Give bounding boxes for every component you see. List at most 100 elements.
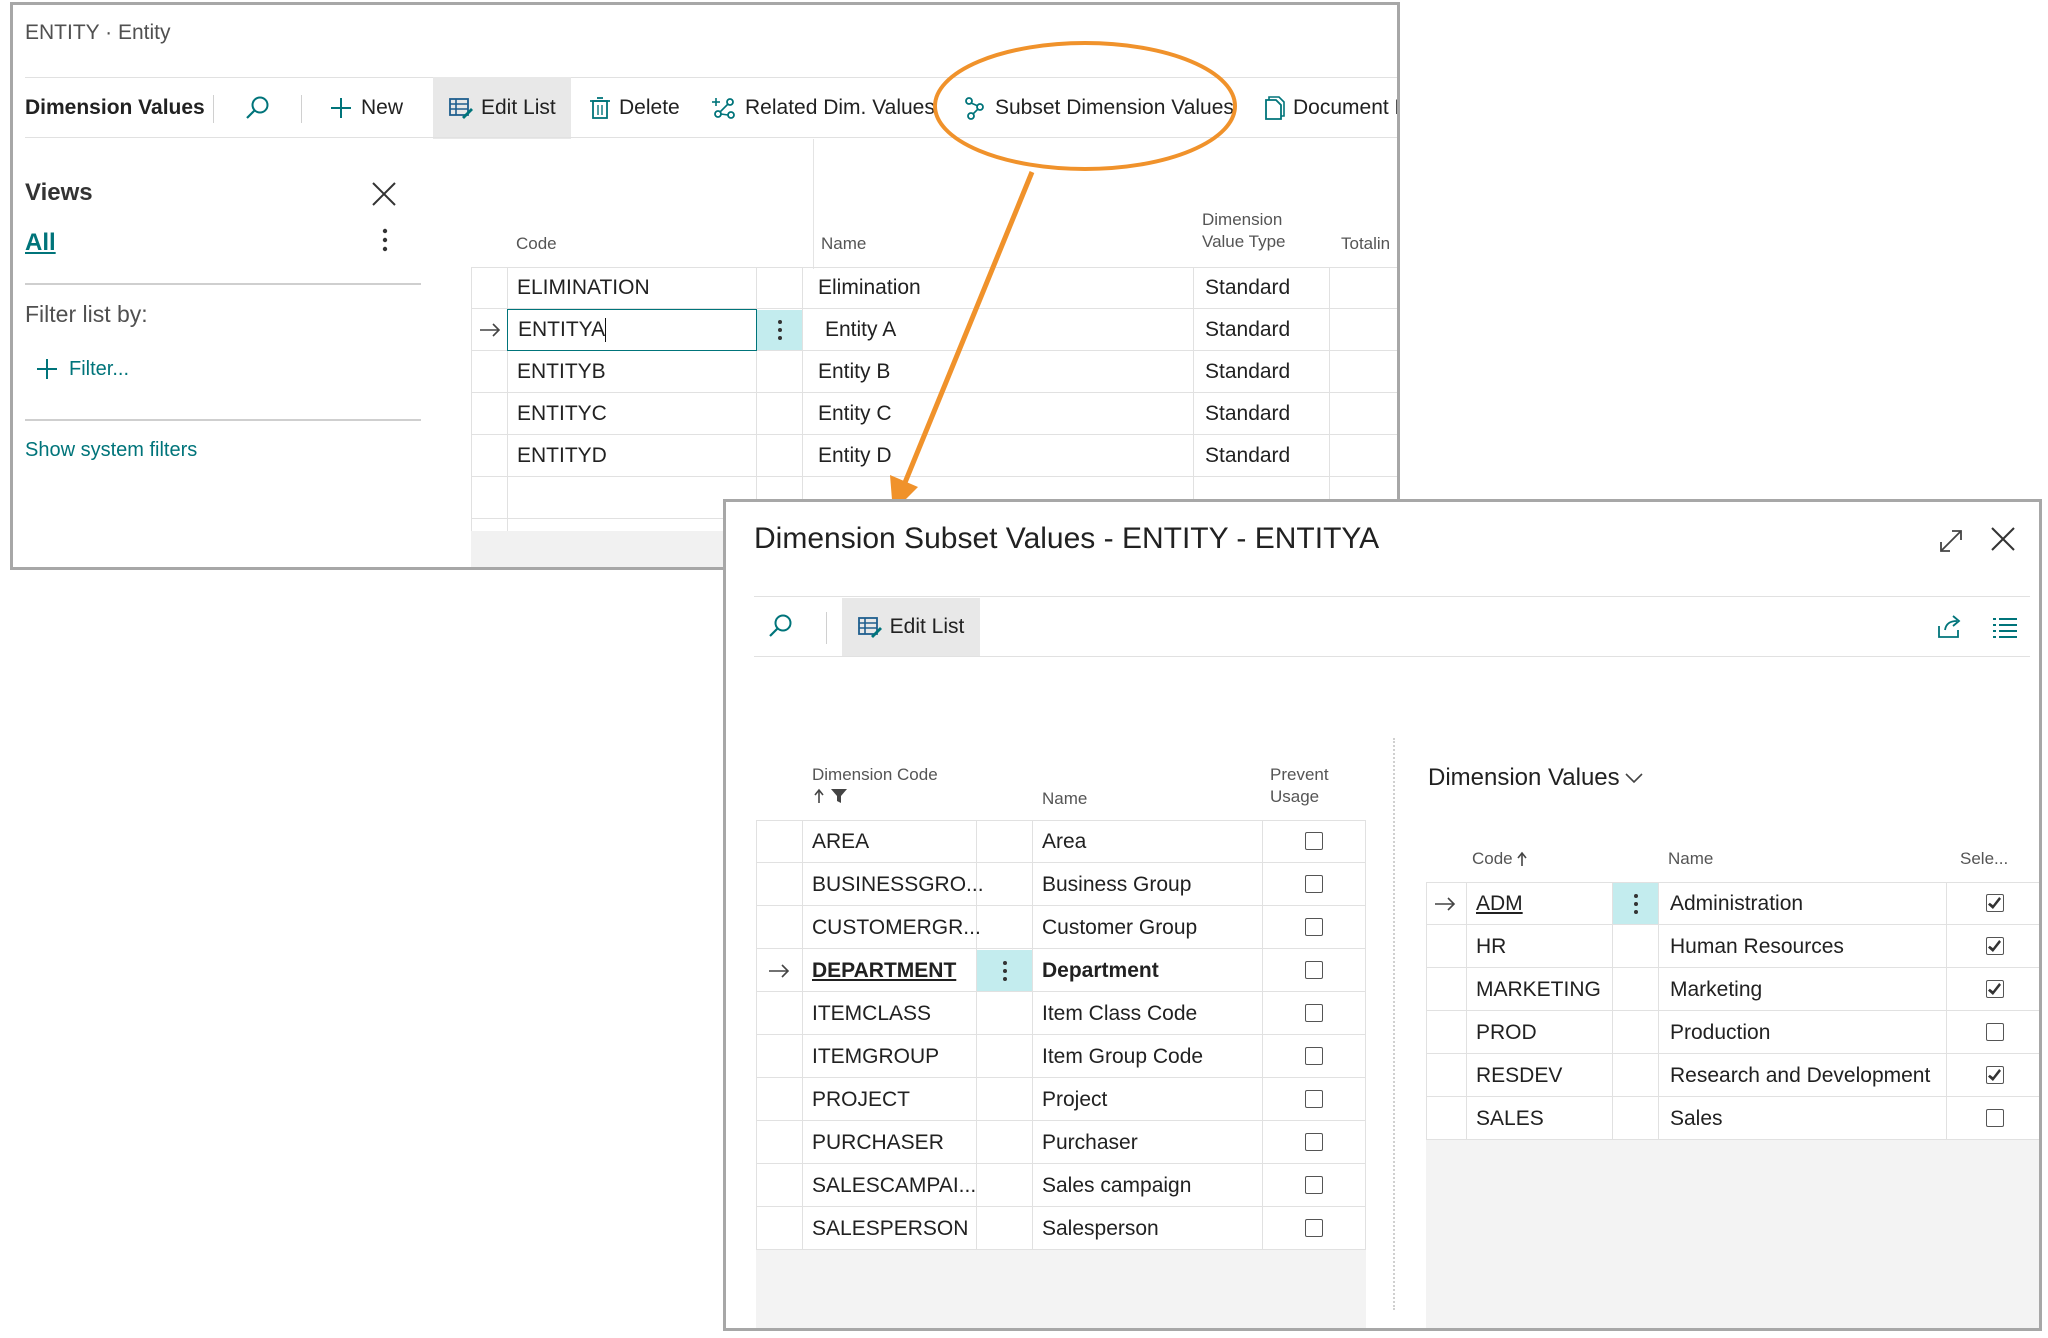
prevent-usage-checkbox[interactable] [1305,1047,1323,1065]
cell-code[interactable]: PROD [1476,1011,1537,1054]
cell-name[interactable]: Research and Development [1670,1054,1930,1097]
cell-code[interactable]: ENTITYB [517,351,606,393]
cell-name[interactable]: Item Class Code [1042,992,1197,1035]
prevent-usage-checkbox[interactable] [1305,1090,1323,1108]
cell-name[interactable]: Entity A [825,309,896,351]
prevent-usage-checkbox[interactable] [1305,832,1323,850]
cell-dimension-code[interactable]: SALESPERSON [812,1207,968,1250]
cell-type[interactable]: Standard [1205,351,1290,393]
cell-dimension-code[interactable]: BUSINESSGRO... [812,863,984,906]
add-filter-button[interactable]: Filter... [35,357,129,381]
prevent-usage-checkbox[interactable] [1305,1176,1323,1194]
cell-name[interactable]: Entity B [818,351,890,393]
cell-name[interactable]: Item Group Code [1042,1035,1203,1078]
cell-name[interactable]: Entity C [818,393,892,435]
dimension-values-factbox-header[interactable]: Dimension Values [1428,764,1644,792]
cell-name[interactable]: Marketing [1670,968,1762,1011]
close-dialog-button[interactable] [1988,524,2018,554]
column-header-prevent-usage[interactable]: Prevent Usage [1270,764,1329,808]
cell-name[interactable]: Administration [1670,882,1803,925]
cell-code[interactable]: ELIMINATION [517,267,650,309]
cell-type[interactable]: Standard [1205,393,1290,435]
cell-name[interactable]: Business Group [1042,863,1191,906]
column-header-selected[interactable]: Sele... [1960,848,2008,870]
view-more-button[interactable] [381,227,389,253]
cell-dimension-code[interactable]: CUSTOMERGR... [812,906,981,949]
edit-list-button[interactable]: Edit List [842,598,980,656]
prevent-usage-checkbox[interactable] [1305,961,1323,979]
document-button[interactable]: Document L [1263,77,1397,139]
cell-dimension-code[interactable]: SALESCAMPAI... [812,1164,976,1207]
cell-code[interactable]: ENTITYA [518,309,607,351]
cell-code[interactable]: HR [1476,925,1506,968]
edit-list-icon [449,97,473,119]
share-button[interactable] [1936,614,1964,640]
column-header-name[interactable]: Name [1042,788,1087,810]
search-button[interactable] [766,612,794,640]
view-all-link[interactable]: All [25,229,56,257]
prevent-usage-checkbox[interactable] [1305,1133,1323,1151]
cell-dimension-code[interactable]: PROJECT [812,1078,910,1121]
row-actions-button[interactable] [757,310,802,350]
column-header-code[interactable]: Code [1472,848,1527,870]
prevent-usage-checkbox[interactable] [1305,875,1323,893]
cell-name[interactable]: Sales [1670,1097,1723,1140]
search-button[interactable] [243,77,271,139]
selected-checkbox[interactable] [1986,1066,2004,1084]
close-views-button[interactable] [369,179,399,209]
cell-name[interactable]: Customer Group [1042,906,1197,949]
cell-dimension-code-selected[interactable]: DEPARTMENT [812,949,956,992]
cell-name[interactable]: Entity D [818,435,892,477]
cell-dimension-code[interactable]: AREA [812,820,869,863]
cell-type[interactable]: Standard [1205,309,1290,351]
edit-list-button[interactable]: Edit List [433,77,571,139]
cell-name[interactable]: Project [1042,1078,1107,1121]
cell-name[interactable]: Production [1670,1011,1770,1054]
row-actions-button[interactable] [977,950,1032,991]
cell-code[interactable]: MARKETING [1476,968,1601,1011]
cell-dimension-code[interactable]: ITEMGROUP [812,1035,939,1078]
selected-checkbox[interactable] [1986,980,2004,998]
cell-type[interactable]: Standard [1205,435,1290,477]
selected-checkbox[interactable] [1986,894,2004,912]
selected-checkbox[interactable] [1986,1109,2004,1127]
cell-name[interactable]: Human Resources [1670,925,1844,968]
subset-dimension-values-button[interactable]: Subset Dimension Values [963,77,1234,139]
plus-icon [35,357,59,381]
cell-name[interactable]: Purchaser [1042,1121,1138,1164]
cell-name[interactable]: Sales campaign [1042,1164,1191,1207]
cell-name[interactable]: Elimination [818,267,921,309]
column-header-dimension-value-type[interactable]: Dimension Value Type [1202,209,1286,253]
related-dim-values-button[interactable]: Related Dim. Values [711,77,935,139]
cell-dimension-code[interactable]: ITEMCLASS [812,992,931,1035]
column-header-totaling[interactable]: Totalin [1341,233,1390,255]
dialog-title: Dimension Subset Values - ENTITY - ENTIT… [754,522,1380,555]
cell-type[interactable]: Standard [1205,267,1290,309]
selected-checkbox[interactable] [1986,1023,2004,1041]
column-header-name[interactable]: Name [1668,848,1713,870]
prevent-usage-checkbox[interactable] [1305,918,1323,936]
cell-code[interactable]: ENTITYD [517,435,607,477]
cell-name[interactable]: Department [1042,949,1159,992]
sort-filter-indicator [814,788,848,804]
column-header-dimension-code[interactable]: Dimension Code [812,764,938,786]
selected-checkbox[interactable] [1986,937,2004,955]
cell-name[interactable]: Area [1042,820,1086,863]
cell-dimension-code[interactable]: PURCHASER [812,1121,944,1164]
delete-button[interactable]: Delete [589,77,680,139]
cell-code[interactable]: RESDEV [1476,1054,1562,1097]
row-actions-button[interactable] [1613,883,1658,924]
cell-name[interactable]: Salesperson [1042,1207,1159,1250]
cell-code[interactable]: ADM [1476,882,1523,925]
column-header-name[interactable]: Name [821,233,866,255]
prevent-usage-checkbox[interactable] [1305,1219,1323,1237]
new-button[interactable]: New [329,77,403,139]
column-header-code[interactable]: Code [516,233,557,255]
text-cursor [605,318,607,342]
list-view-button[interactable] [1992,616,2018,638]
prevent-usage-checkbox[interactable] [1305,1004,1323,1022]
expand-button[interactable] [1936,526,1966,556]
cell-code[interactable]: SALES [1476,1097,1544,1140]
show-system-filters-link[interactable]: Show system filters [25,439,197,462]
cell-code[interactable]: ENTITYC [517,393,607,435]
